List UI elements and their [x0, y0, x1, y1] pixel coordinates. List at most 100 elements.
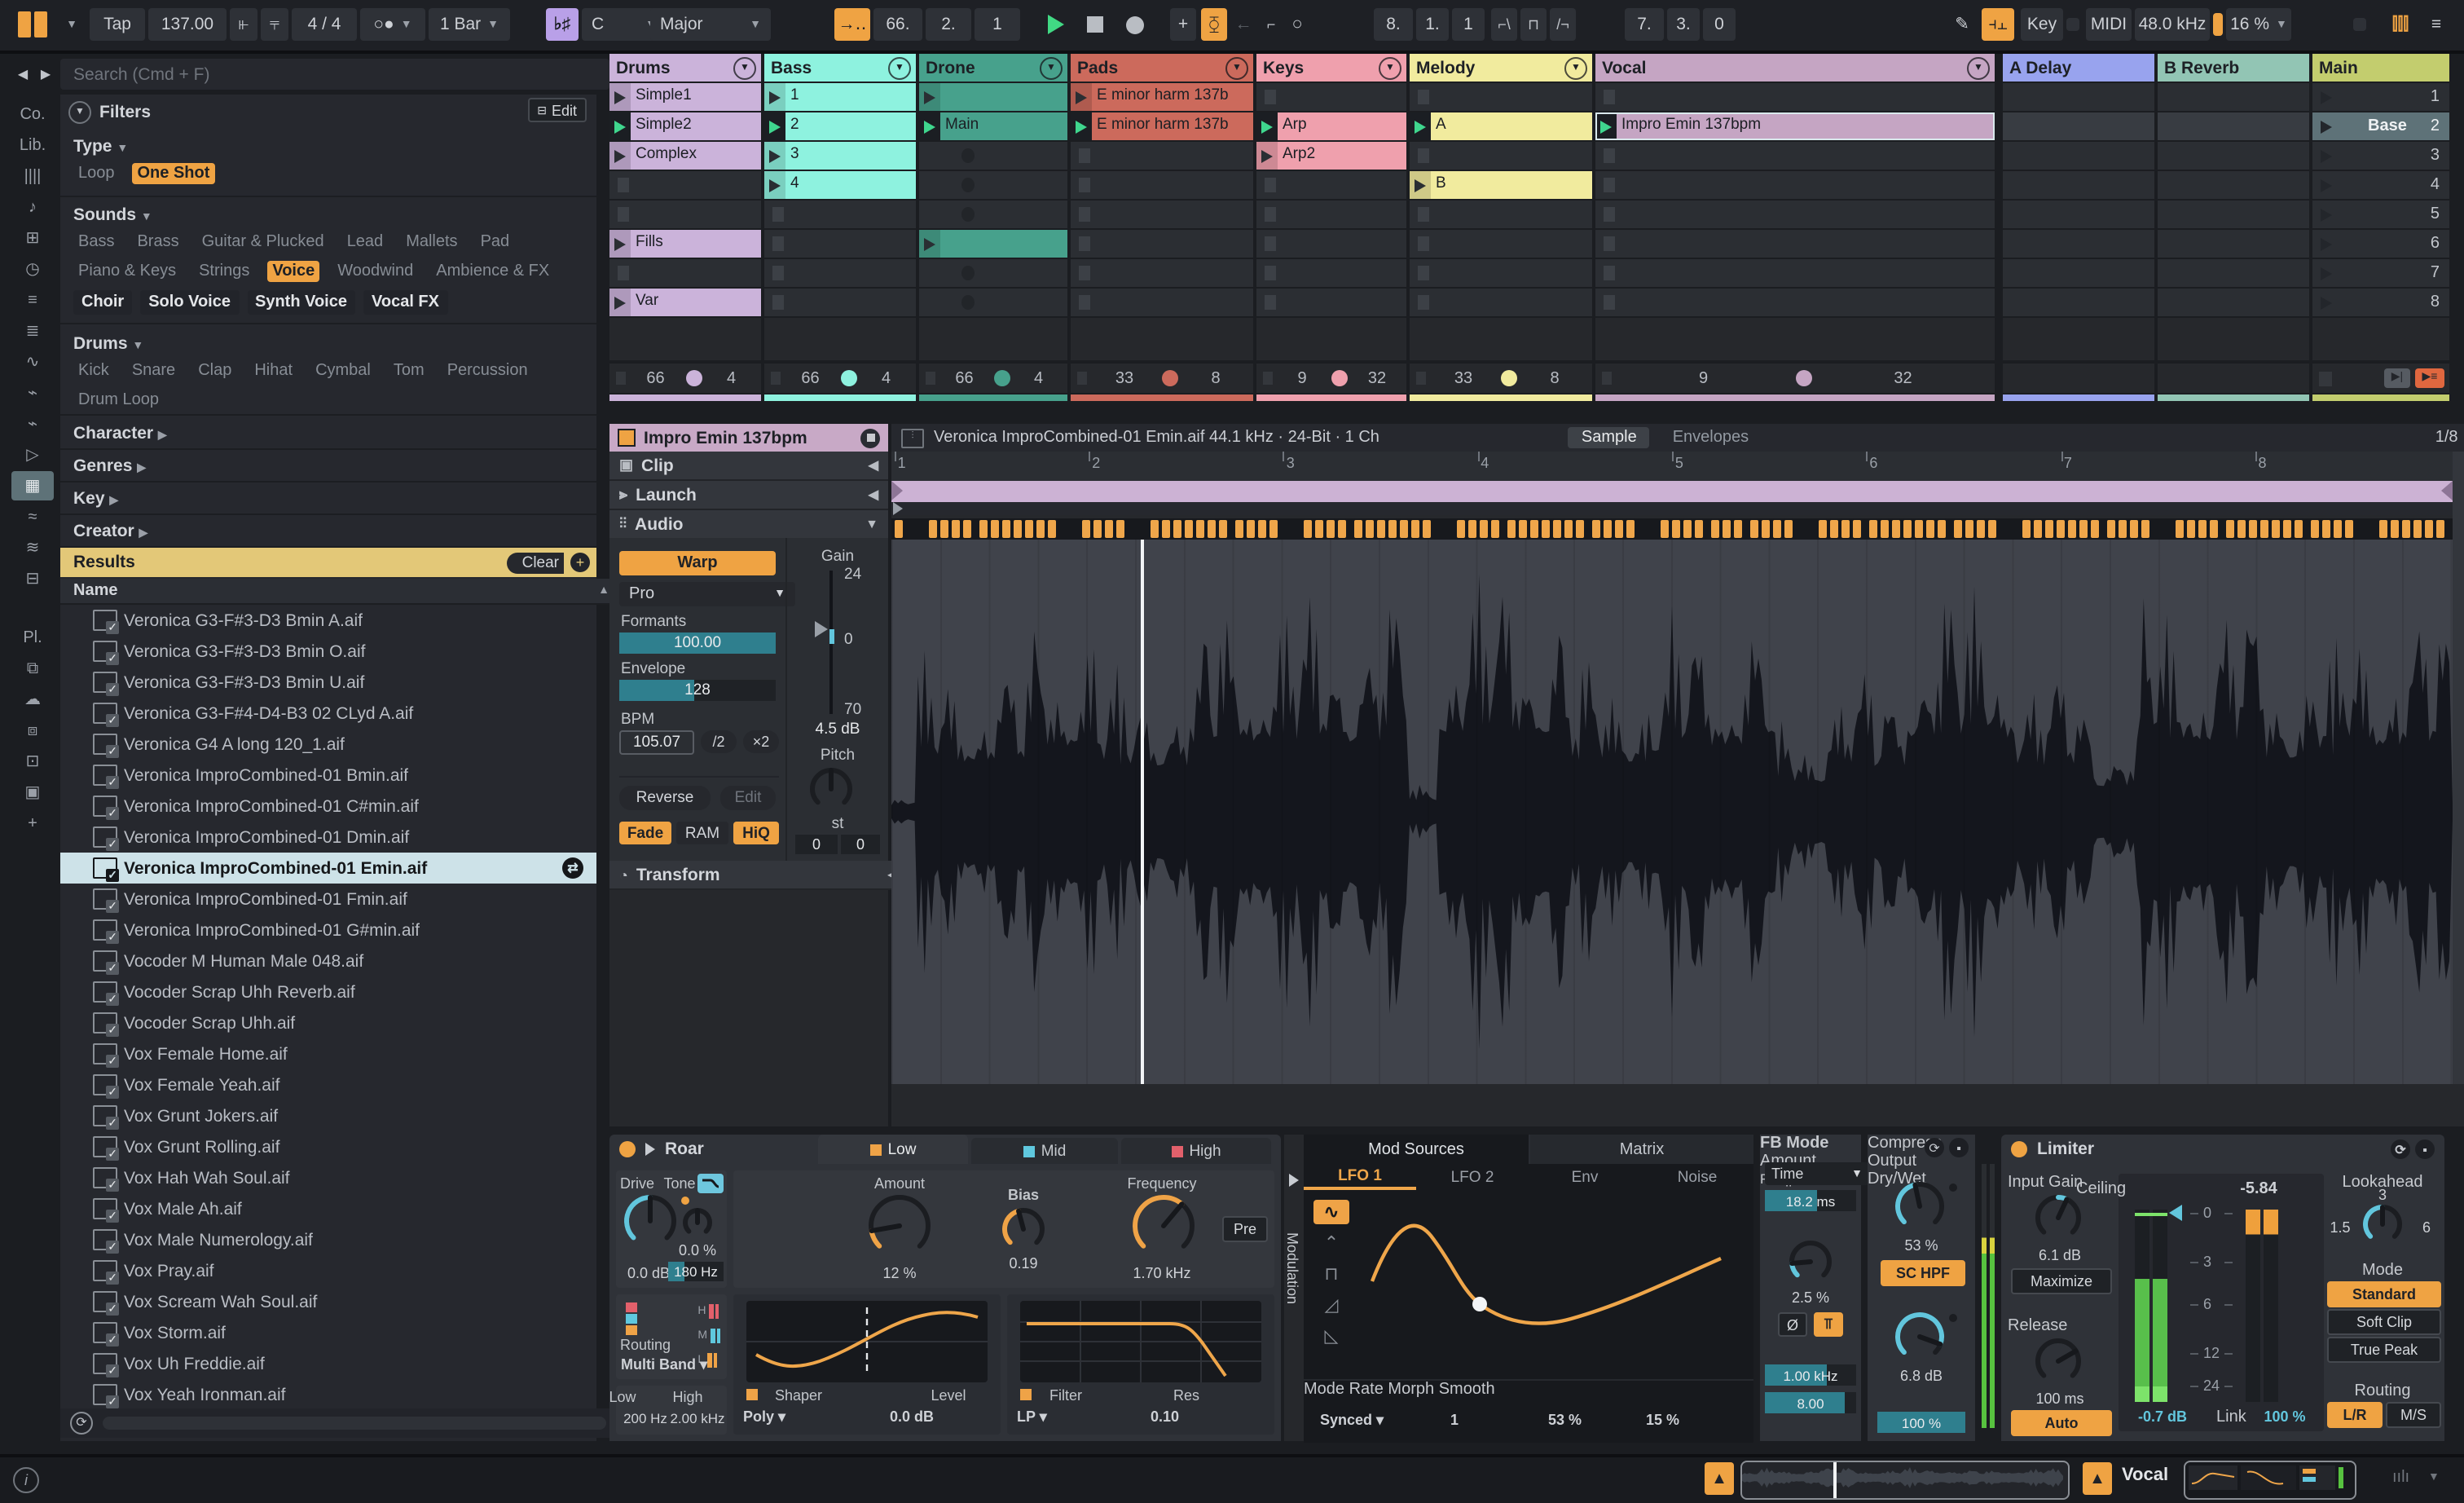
clip-slot[interactable]	[1410, 201, 1592, 228]
warp-marker[interactable]	[2283, 520, 2291, 538]
warp-marker[interactable]	[1672, 520, 1680, 538]
audio-effects-icon[interactable]: ≡	[11, 285, 54, 315]
warp-marker[interactable]	[2425, 520, 2433, 538]
sidebar-library-label[interactable]: Lib.	[11, 130, 54, 160]
clip-launch-button[interactable]	[764, 171, 785, 199]
routing-select[interactable]: Multi Band ▾	[621, 1356, 722, 1374]
clip-slot[interactable]	[1595, 201, 1995, 228]
formants-slider[interactable]: 100.00	[619, 632, 776, 654]
draw-mode-icon[interactable]: ⌐	[1260, 8, 1283, 41]
loop-fraction-menu[interactable]: 1/8 ▼	[2435, 429, 2464, 447]
tab-lfo-1[interactable]: LFO 1	[1304, 1164, 1416, 1190]
record-button[interactable]	[1118, 8, 1151, 41]
warp-marker[interactable]	[1366, 520, 1374, 538]
filter-subchip[interactable]: Synth Voice	[247, 290, 355, 315]
file-row[interactable]: Veronica G3-F#3-D3 Bmin O.aif	[60, 636, 596, 667]
routing-lr-button[interactable]: L/R	[2327, 1402, 2383, 1428]
scene-launch-button[interactable]	[2321, 267, 2332, 280]
clip-launch-button[interactable]	[1071, 83, 1092, 111]
filter-chip[interactable]: Woodwind	[332, 261, 418, 282]
warp-marker[interactable]	[991, 520, 999, 538]
filter-chip[interactable]: Piano & Keys	[73, 261, 181, 282]
track-header-drone[interactable]: Drone ▼	[919, 54, 1067, 82]
warp-marker[interactable]	[1151, 520, 1159, 538]
track-header-vocal[interactable]: Vocal ▼	[1595, 54, 1995, 82]
lfo-shape-triangle-icon[interactable]: ⌃	[1313, 1231, 1349, 1255]
filter-chip[interactable]: Brass	[132, 231, 183, 253]
envelope-slider[interactable]: 128	[619, 680, 776, 701]
track-header-b-reverb[interactable]: B Reverb	[2158, 54, 2309, 82]
file-row[interactable]: Vox Male Ah.aif	[60, 1193, 596, 1224]
file-row[interactable]: Vox Female Yeah.aif	[60, 1069, 596, 1100]
warp-marker[interactable]	[2057, 520, 2065, 538]
warp-marker[interactable]	[1604, 520, 1612, 538]
warp-marker[interactable]	[1881, 520, 1889, 538]
filter-chip[interactable]: Guitar & Plucked	[197, 231, 329, 253]
warp-marker[interactable]	[1819, 520, 1827, 538]
tab-envelopes[interactable]: Envelopes	[1660, 427, 1762, 448]
clip-slot[interactable]	[919, 230, 1067, 258]
roar-fold-icon[interactable]	[645, 1143, 655, 1156]
results-name-header[interactable]: Name ▲	[60, 579, 623, 605]
clip-slot[interactable]	[919, 142, 1067, 170]
bpm-double-button[interactable]: ×2	[743, 730, 779, 753]
warp-marker[interactable]	[1468, 520, 1476, 538]
fb-freeze-icon[interactable]: ⫪	[1814, 1312, 1843, 1337]
shaper-graph[interactable]	[746, 1301, 988, 1382]
frequency-knob[interactable]	[1131, 1193, 1196, 1258]
fb-mode-select[interactable]: Time ▼	[1765, 1162, 1869, 1185]
scene-launch-button[interactable]	[2321, 120, 2332, 133]
clip-slot[interactable]	[1256, 83, 1406, 111]
lfo-shape-ramp-icon[interactable]: ◺	[1313, 1324, 1349, 1348]
scene-row[interactable]: 8	[2312, 289, 2449, 316]
clip-launch-button[interactable]	[919, 112, 940, 140]
warp-marker[interactable]	[1784, 520, 1793, 538]
ceiling-handle[interactable]	[2169, 1205, 2182, 1221]
filter-subchip[interactable]: Solo Voice	[140, 290, 239, 315]
file-row[interactable]: Veronica G3-F#3-D3 Bmin U.aif	[60, 667, 596, 698]
filter-chip[interactable]: Strings	[194, 261, 254, 282]
warp-marker[interactable]	[1977, 520, 1985, 538]
clip-slot[interactable]	[764, 289, 916, 316]
warp-marker[interactable]	[2249, 520, 2257, 538]
warp-marker[interactable]	[1830, 520, 1838, 538]
warp-marker[interactable]	[1734, 520, 1742, 538]
warp-marker[interactable]	[929, 520, 937, 538]
back-to-arrangement-button[interactable]: ▶≡	[2415, 368, 2444, 388]
grooves-icon[interactable]: ≈	[11, 502, 54, 531]
warp-marker[interactable]	[1915, 520, 1923, 538]
mode-standard-button[interactable]: Standard	[2327, 1281, 2441, 1307]
ceiling-value[interactable]: -0.7 dB	[2122, 1408, 2203, 1425]
filter-chip[interactable]: Pad	[476, 231, 515, 253]
frequency-value[interactable]: 1.70 kHz	[1089, 1265, 1235, 1281]
warp-marker[interactable]	[2295, 520, 2303, 538]
clip-slot[interactable]: Simple2	[609, 112, 761, 140]
sidebar-places-label[interactable]: Pl.	[11, 623, 54, 652]
warp-marker[interactable]	[1048, 520, 1056, 538]
warp-marker[interactable]	[2413, 520, 2422, 538]
clip-slot[interactable]: Simple1	[609, 83, 761, 111]
scene-row[interactable]: 4	[2312, 171, 2449, 199]
file-row[interactable]: Veronica ImproCombined-01 Fmin.aif	[60, 884, 596, 915]
add-locator-button[interactable]: +	[1170, 8, 1196, 41]
loop-end-marker[interactable]	[2441, 481, 2453, 500]
back-to-arrangement-icon[interactable]: ←	[1232, 8, 1255, 41]
level-value[interactable]: 0.0 dB	[890, 1408, 961, 1425]
arrangement-view-toggle-icon[interactable]: ≡	[2423, 8, 2449, 41]
clip-slot[interactable]	[1410, 142, 1592, 170]
compress-value[interactable]: 53 %	[1868, 1237, 1975, 1254]
warp-marker[interactable]	[1762, 520, 1770, 538]
key-map-button[interactable]: Key	[2021, 8, 2063, 41]
sounds-note-icon[interactable]: ♪	[11, 192, 54, 222]
warp-marker[interactable]	[1002, 520, 1010, 538]
amount-value[interactable]: 12 %	[834, 1265, 965, 1281]
warp-mode-select[interactable]: Pro ▼	[619, 582, 795, 606]
input-gain-value[interactable]: 6.1 dB	[2008, 1247, 2112, 1263]
filter-chip[interactable]: Cymbal	[310, 360, 376, 381]
mode-softclip-button[interactable]: Soft Clip	[2327, 1309, 2441, 1335]
tab-mod-sources[interactable]: Mod Sources	[1304, 1135, 1529, 1164]
midi-effects-icon[interactable]: ≣	[11, 316, 54, 346]
clip-launch-button[interactable]	[1410, 112, 1431, 140]
capture-midi-button[interactable]: ⧲	[1201, 8, 1227, 41]
clip-slot[interactable]: Fills	[609, 230, 761, 258]
